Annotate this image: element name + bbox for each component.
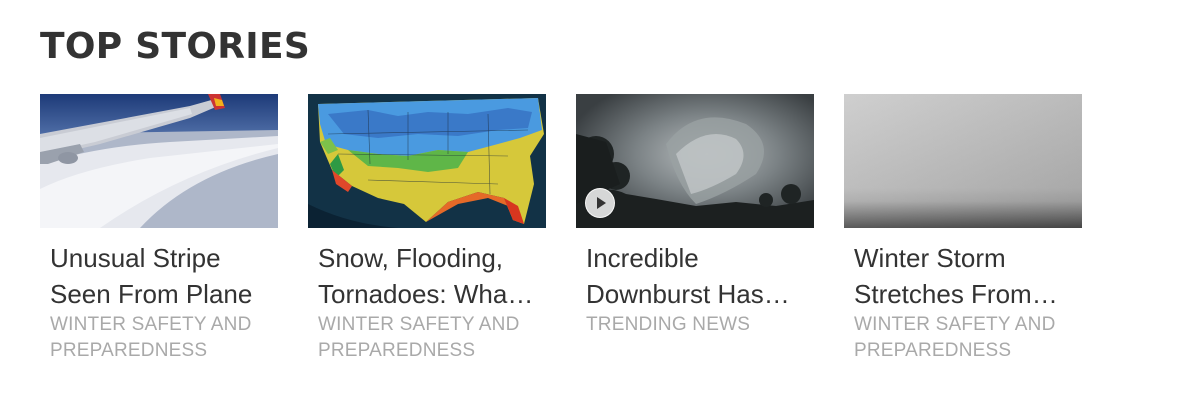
- play-icon[interactable]: [585, 188, 615, 218]
- airplane-wing-image: [40, 94, 278, 228]
- story-card-2[interactable]: Snow, Flooding, Tornadoes: What to Expec…: [308, 94, 546, 364]
- story-card-3[interactable]: Incredible Downburst Has Everyone Talkin…: [576, 94, 814, 364]
- story-thumbnail[interactable]: [844, 94, 1082, 228]
- story-thumbnail[interactable]: [576, 94, 814, 228]
- story-category: WINTER SAFETY AND PREPAREDNESS: [854, 314, 1056, 361]
- story-card-1[interactable]: Unusual Stripe Seen From Plane WINTER SA…: [40, 94, 278, 364]
- story-thumbnail[interactable]: [40, 94, 278, 228]
- story-category: WINTER SAFETY AND PREPAREDNESS: [50, 314, 252, 361]
- gray-fog-image: [844, 94, 1082, 228]
- story-cards: Unusual Stripe Seen From Plane WINTER SA…: [40, 94, 1082, 364]
- story-title[interactable]: Snow, Flooding, Tornadoes: What to Expec…: [318, 240, 536, 312]
- story-card-4[interactable]: Winter Storm Stretches From Coast to Coa…: [844, 94, 1082, 364]
- story-title[interactable]: Unusual Stripe Seen From Plane: [50, 240, 268, 312]
- story-thumbnail[interactable]: [308, 94, 546, 228]
- us-weather-map-image: [308, 94, 546, 228]
- top-stories-section: TOP STORIES Unusual Stripe Seen From Pla…: [0, 0, 1194, 408]
- story-category: TRENDING NEWS: [586, 314, 751, 335]
- story-title[interactable]: Winter Storm Stretches From Coast to Coa…: [854, 240, 1072, 312]
- story-category: WINTER SAFETY AND PREPAREDNESS: [318, 314, 520, 361]
- story-title[interactable]: Incredible Downburst Has Everyone Talkin…: [586, 240, 804, 312]
- section-title: TOP STORIES: [40, 26, 311, 67]
